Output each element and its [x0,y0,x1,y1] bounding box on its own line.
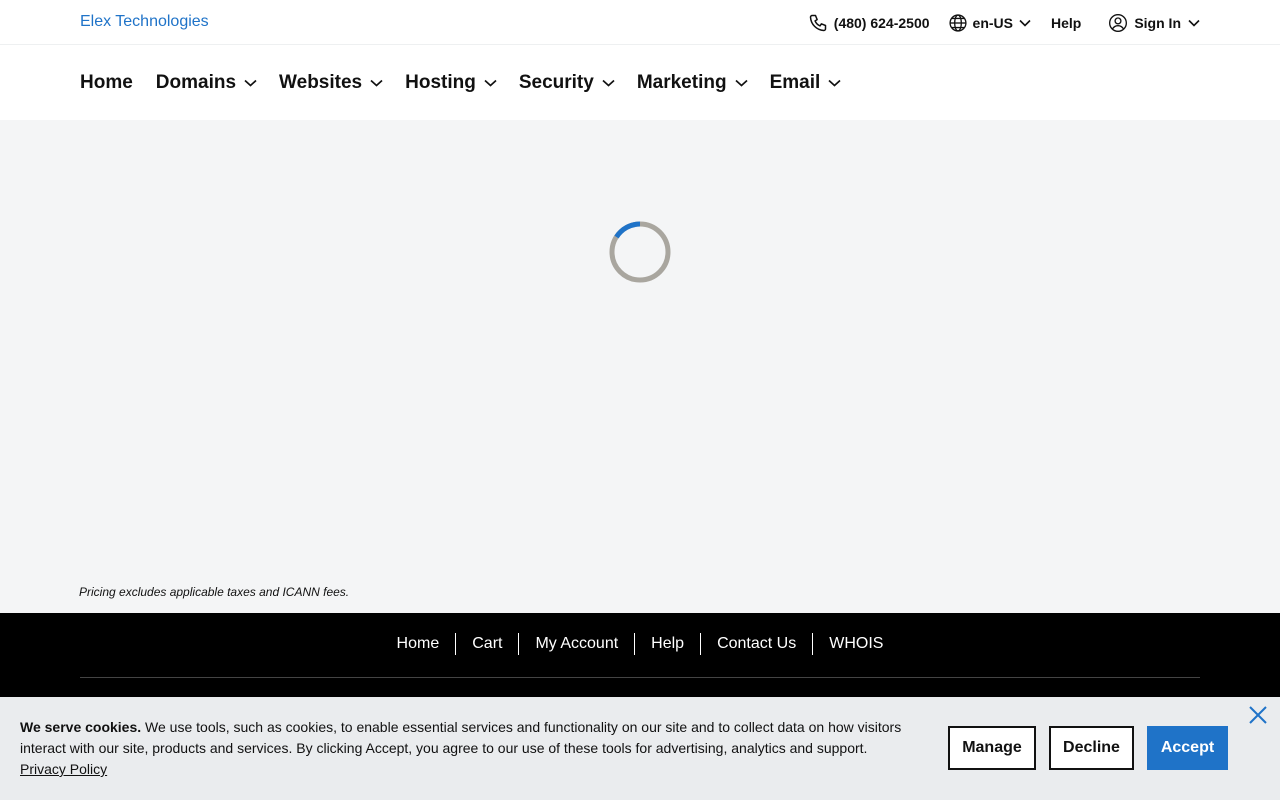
footer-links: Home Cart My Account Help Contact Us WHOIS [0,633,1280,655]
chevron-down-icon [484,79,497,87]
page-content: Pricing excludes applicable taxes and IC… [0,120,1280,613]
close-icon[interactable] [1248,705,1268,725]
nav-item-label: Domains [155,71,237,93]
pricing-disclaimer: Pricing excludes applicable taxes and IC… [79,585,350,599]
cookie-actions: Manage Decline Accept [948,726,1228,770]
chevron-down-icon [602,79,615,87]
phone-icon [808,13,828,33]
nav-item-label: Websites [279,71,363,93]
cookie-message: We serve cookies. We use tools, such as … [20,717,920,780]
cookie-banner: We serve cookies. We use tools, such as … [0,697,1280,800]
phone-link[interactable]: (480) 624-2500 [808,13,930,33]
chevron-down-icon [1019,19,1031,27]
footer-link-my-account[interactable]: My Account [518,633,634,655]
chevron-down-icon [1188,19,1200,27]
nav-item-label: Marketing [636,71,727,93]
utility-menu: (480) 624-2500 en-US Help Sign In [808,0,1200,45]
nav-list: Home Domains Websites Hosting Security Market… [80,45,863,120]
footer-divider [80,677,1200,678]
cookie-body: We use tools, such as cookies, to enable… [20,719,902,756]
language-label: en-US [972,14,1013,31]
globe-icon [948,13,968,33]
footer-link-home[interactable]: Home [381,633,456,655]
footer-link-help[interactable]: Help [634,633,700,655]
nav-item-domains[interactable]: Domains [156,72,257,94]
manage-button[interactable]: Manage [948,726,1036,770]
cookie-heading: We serve cookies. [20,719,142,735]
accept-button[interactable]: Accept [1147,726,1228,770]
loading-spinner [608,220,672,284]
nav-item-label: Security [518,71,594,93]
utility-bar: Elex Technologies (480) 624-2500 en-US H… [0,0,1280,45]
nav-item-label: Hosting [405,71,476,93]
help-link[interactable]: Help [1051,15,1081,31]
language-selector[interactable]: en-US [948,13,1031,33]
footer-link-contact-us[interactable]: Contact Us [700,633,812,655]
main-navigation: Home Domains Websites Hosting Security Market… [0,45,1280,120]
chevron-down-icon [370,79,383,87]
nav-item-security[interactable]: Security [519,72,615,94]
footer-link-whois[interactable]: WHOIS [812,633,899,655]
brand-logo-link[interactable]: Elex Technologies [80,13,209,31]
footer-link-cart[interactable]: Cart [455,633,518,655]
sign-in-button[interactable]: Sign In [1108,13,1200,33]
nav-item-hosting[interactable]: Hosting [405,72,497,94]
user-icon [1108,13,1128,33]
chevron-down-icon [244,79,257,87]
privacy-policy-link[interactable]: Privacy Policy [20,761,107,777]
nav-item-label: Home [80,71,133,93]
decline-button[interactable]: Decline [1049,726,1134,770]
nav-item-label: Email [769,71,821,93]
nav-item-marketing[interactable]: Marketing [637,72,748,94]
chevron-down-icon [828,79,841,87]
nav-item-websites[interactable]: Websites [279,72,383,94]
phone-number: (480) 624-2500 [833,14,930,31]
sign-in-label: Sign In [1134,14,1181,31]
nav-item-home[interactable]: Home [80,72,133,94]
chevron-down-icon [735,79,748,87]
nav-item-email[interactable]: Email [770,72,842,94]
